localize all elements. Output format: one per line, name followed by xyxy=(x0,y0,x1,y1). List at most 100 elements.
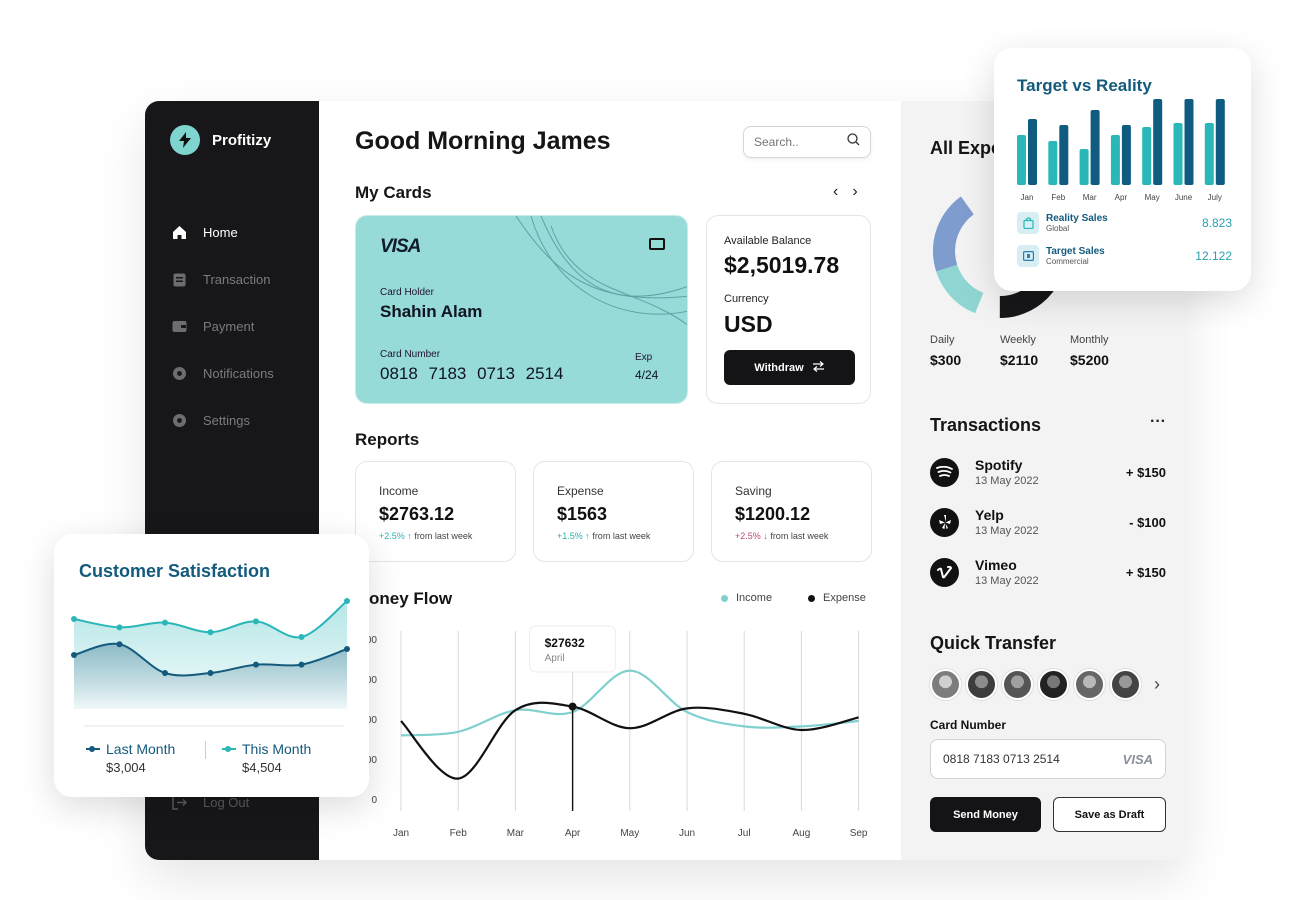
card-holder-name: Shahin Alam xyxy=(380,302,483,321)
stat-label: Daily xyxy=(930,334,955,346)
save-draft-button[interactable]: Save as Draft xyxy=(1053,797,1166,832)
legend-name: Reality Sales Global xyxy=(1046,213,1202,233)
chevron-right-icon[interactable]: › xyxy=(1154,674,1160,695)
data-point xyxy=(162,670,168,676)
chevron-right-icon[interactable]: › xyxy=(852,183,857,201)
avatar[interactable] xyxy=(1038,669,1069,700)
data-point xyxy=(116,641,123,648)
stat-weekly: Weekly $2110 xyxy=(1000,334,1038,368)
main-content: Good Morning James My Cards ‹ › V xyxy=(319,101,901,860)
transfer-arrows-icon xyxy=(812,360,825,375)
legend-expense-label: Expense xyxy=(823,592,866,604)
customer-satisfaction-chart[interactable] xyxy=(54,534,369,734)
bar-target-sales xyxy=(1184,99,1194,185)
vimeo-icon xyxy=(930,557,959,587)
transaction-amount: + $150 xyxy=(1125,564,1166,580)
card-chip-icon xyxy=(649,238,665,250)
clipboard-icon xyxy=(171,272,187,288)
x-tick-label: Jun xyxy=(679,828,695,839)
card-holder-label: Card Holder xyxy=(380,287,434,298)
gear-icon xyxy=(171,366,187,382)
legend-label: Last Month xyxy=(106,741,176,757)
report-change: +2.5% ↑ from last week xyxy=(379,531,472,541)
expenses-title: All Expe xyxy=(930,138,1002,158)
transaction-name: Vimeo xyxy=(975,557,1017,573)
stat-label: Weekly xyxy=(1000,334,1036,346)
legend-name: Last Month xyxy=(86,741,175,757)
transaction-row[interactable]: Spotify 13 May 2022 + $150 xyxy=(930,450,1166,494)
report-change-note: from last week xyxy=(592,531,651,541)
report-change-value: +2.5% xyxy=(379,531,405,541)
bar-target-sales xyxy=(1059,125,1069,185)
bar-reality-sales xyxy=(1048,141,1058,185)
transaction-info: Yelp 13 May 2022 xyxy=(975,507,1129,537)
legend-value: $3,004 xyxy=(106,760,146,775)
sidebar-item-label: Settings xyxy=(203,413,250,428)
transactions-title: Transactions xyxy=(930,415,1042,435)
currency-value: USD xyxy=(724,311,773,337)
sidebar-item-notifications[interactable]: Notifications xyxy=(171,350,274,397)
stat-monthly: Monthly $5200 xyxy=(1070,334,1109,368)
card-carousel-arrows: ‹ › xyxy=(833,183,858,201)
avatar[interactable] xyxy=(1002,669,1033,700)
sidebar-item-payment[interactable]: Payment xyxy=(171,303,274,350)
avatar[interactable] xyxy=(1110,669,1141,700)
avatar[interactable] xyxy=(1074,669,1105,700)
balance-value: $2,5019.78 xyxy=(724,252,840,278)
data-point xyxy=(162,619,168,626)
my-cards-title: My Cards xyxy=(355,183,432,202)
card-number-field[interactable]: 0818 7183 0713 2514 VISA xyxy=(930,739,1166,779)
legend-income: Income xyxy=(721,592,772,604)
transaction-date: 13 May 2022 xyxy=(975,475,1039,487)
search-box[interactable] xyxy=(743,126,871,158)
transaction-amount: - $100 xyxy=(1129,514,1166,530)
send-money-button[interactable]: Send Money xyxy=(930,797,1041,832)
sidebar-item-settings[interactable]: Settings xyxy=(171,397,274,444)
search-input[interactable] xyxy=(754,135,834,149)
legend-subtitle: Commercial xyxy=(1046,257,1089,266)
income-dot-icon xyxy=(721,594,728,602)
x-tick-label: July xyxy=(1208,193,1222,202)
data-point xyxy=(207,670,214,676)
brand[interactable]: Profitizy xyxy=(170,125,271,155)
legend-expense: Expense xyxy=(808,592,866,604)
transaction-row[interactable]: Yelp 13 May 2022 - $100 xyxy=(930,500,1166,544)
legend-name: This Month xyxy=(222,741,311,757)
credit-card[interactable]: VISA Card Holder Shahin Alam Card Number… xyxy=(355,215,688,404)
legend-line-icon xyxy=(222,746,236,752)
bolt-icon xyxy=(170,125,200,155)
withdraw-label: Withdraw xyxy=(754,361,804,374)
chevron-left-icon[interactable]: ‹ xyxy=(833,183,838,201)
transaction-amount: + $150 xyxy=(1125,464,1166,480)
money-flow-title: oney Flow xyxy=(369,589,453,608)
target-vs-reality-chart[interactable]: Jan Feb Mar Apr May June July xyxy=(994,48,1251,208)
page-title: Good Morning James xyxy=(355,127,611,155)
more-options-icon[interactable]: ··· xyxy=(1150,413,1166,431)
card-number-label: Card Number xyxy=(930,718,1007,732)
y-tick-label: 0 xyxy=(371,795,377,806)
transaction-date: 13 May 2022 xyxy=(975,525,1039,537)
transaction-date: 13 May 2022 xyxy=(975,575,1039,587)
search-icon[interactable] xyxy=(847,133,860,151)
report-label: Expense xyxy=(557,484,604,498)
transaction-row[interactable]: Vimeo 13 May 2022 + $150 xyxy=(930,550,1166,594)
x-tick-label: Jan xyxy=(393,828,409,839)
legend-value: 12.122 xyxy=(1195,249,1232,263)
avatar[interactable] xyxy=(966,669,997,700)
sidebar-item-transaction[interactable]: Transaction xyxy=(171,256,274,303)
money-flow-chart[interactable]: 000000000Jan Feb Mar Apr May Jun Jul Aug Sep$276… xyxy=(319,611,901,851)
bar-reality-sales xyxy=(1017,135,1026,185)
sidebar-nav: Home Transaction Payment Notifications S… xyxy=(171,209,274,444)
data-point xyxy=(568,702,577,711)
bar-target-sales xyxy=(1090,110,1100,185)
withdraw-button[interactable]: Withdraw xyxy=(724,350,855,385)
x-tick-label: Jan xyxy=(1021,193,1034,202)
sidebar-item-home[interactable]: Home xyxy=(171,209,274,256)
report-expense: Expense $1563 +1.5% ↑ from last week xyxy=(533,461,694,562)
avatar[interactable] xyxy=(930,669,961,700)
data-point xyxy=(253,618,259,625)
x-tick-label: June xyxy=(1175,193,1193,202)
legend-title: Target Sales xyxy=(1046,246,1105,257)
data-point xyxy=(253,661,259,668)
spotify-icon xyxy=(930,457,959,487)
